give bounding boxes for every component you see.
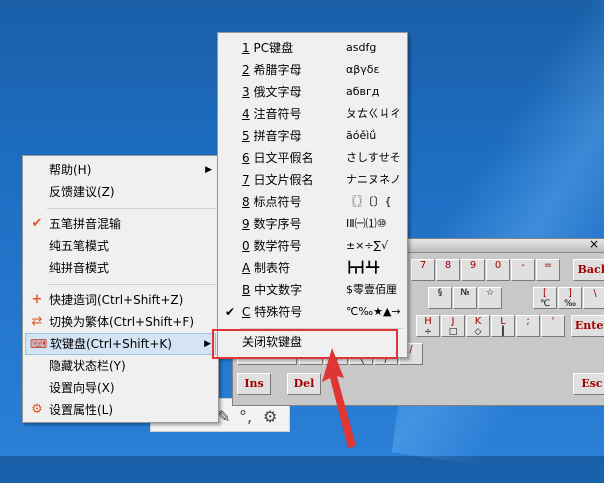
- soft-key[interactable]: ;: [516, 315, 540, 337]
- charset-sample: ℃‰★▲→: [346, 305, 401, 318]
- soft-key[interactable]: 0: [486, 259, 510, 281]
- menu-separator: [47, 284, 216, 285]
- menu-item-wubi-pinyin-mixed[interactable]: ✔ 五笔拼音混输: [25, 213, 216, 235]
- submenu-item[interactable]: 5 拼音字母 āóěìǘ: [220, 125, 405, 147]
- punctuation-icon[interactable]: °,: [239, 407, 252, 426]
- soft-key[interactable]: Esc: [573, 373, 604, 395]
- soft-key[interactable]: ': [541, 315, 565, 337]
- soft-key[interactable]: §: [428, 287, 452, 309]
- soft-key[interactable]: Enter: [571, 315, 604, 337]
- soft-key[interactable]: 9: [461, 259, 485, 281]
- menu-item-properties[interactable]: ⚙ 设置属性(L): [25, 399, 216, 421]
- menu-item-quick-word[interactable]: + 快捷造词(Ctrl+Shift+Z): [25, 289, 216, 311]
- charset-sample: āóěìǘ: [346, 129, 377, 142]
- soft-key[interactable]: Del: [287, 373, 321, 395]
- soft-key[interactable]: 8: [436, 259, 460, 281]
- charset-sample: 〖〗〔〕{: [346, 195, 392, 208]
- context-menu: 帮助(H) ▶ 反馈建议(Z) ✔ 五笔拼音混输 纯五笔模式 纯拼音模式 + 快…: [22, 155, 219, 423]
- charset-sample: ⅠⅡ㈠⑴⑩: [346, 217, 387, 230]
- soft-keyboard-submenu: 1 PC键盘 asdfg 2 希腊字母 αβγδε 3 俄文字母 абвгд 4 注音符号ㄆ…: [217, 32, 408, 358]
- soft-key[interactable]: -: [511, 259, 535, 281]
- charset-sample: αβγδε: [346, 63, 380, 76]
- pen-icon[interactable]: ✎: [217, 407, 230, 426]
- settings-gear-icon[interactable]: ⚙: [263, 407, 277, 426]
- menu-item-setup-wizard[interactable]: 设置向导(X): [25, 377, 216, 399]
- menu-item-soft-keyboard[interactable]: ⌨ 软键盘(Ctrl+Shift+K) ▶: [25, 333, 216, 355]
- soft-key[interactable]: ☆: [478, 287, 502, 309]
- charset-sample: さしすせそ: [346, 151, 401, 164]
- submenu-item[interactable]: 4 注音符号 ㄆㄊㄍㄐㄔ: [220, 103, 405, 125]
- menu-item-hide-statusbar[interactable]: 隐藏状态栏(Y): [25, 355, 216, 377]
- gear-icon: ⚙: [31, 402, 43, 417]
- soft-key[interactable]: J □: [441, 315, 465, 337]
- soft-key[interactable]: L ┃: [491, 315, 515, 337]
- soft-key[interactable]: 7: [411, 259, 435, 281]
- traditional-switch-icon: ⇄: [31, 314, 43, 329]
- submenu-item[interactable]: B 中文数字 $零壹佰厘: [220, 279, 405, 301]
- submenu-item[interactable]: ✔ C 特殊符号 ℃‰★▲→: [220, 301, 405, 323]
- charset-sample: ㄆㄊㄍㄐㄔ: [346, 107, 401, 120]
- submenu-item[interactable]: 1 PC键盘 asdfg: [220, 37, 405, 59]
- submenu-item[interactable]: 3 俄文字母 абвгд: [220, 81, 405, 103]
- soft-key[interactable]: K ◇: [466, 315, 490, 337]
- submenu-item[interactable]: 6 日文平假名 さしすせそ: [220, 147, 405, 169]
- charset-sample: абвгд: [346, 85, 380, 98]
- highlight-annotation-box: [212, 329, 398, 359]
- submenu-item[interactable]: 7 日文片假名 ナニヌネノ: [220, 169, 405, 191]
- soft-key[interactable]: H ÷: [416, 315, 440, 337]
- check-icon: ✔: [31, 216, 43, 231]
- soft-key[interactable]: =: [536, 259, 560, 281]
- keyboard-icon: ⌨: [30, 337, 48, 351]
- charset-sample: asdfg: [346, 41, 377, 54]
- submenu-item[interactable]: 9 数字序号 ⅠⅡ㈠⑴⑩: [220, 213, 405, 235]
- charset-sample: ±×÷∑√: [346, 239, 389, 252]
- close-icon[interactable]: ×: [587, 237, 601, 251]
- soft-key[interactable]: [℃: [533, 287, 557, 309]
- plus-icon: +: [31, 292, 43, 307]
- charset-sample: ナニヌネノ: [346, 173, 401, 186]
- soft-key[interactable]: Ins: [237, 373, 271, 395]
- red-arrow-icon: [322, 348, 356, 448]
- submenu-item[interactable]: 8 标点符号 〖〗〔〕{: [220, 191, 405, 213]
- submenu-arrow-icon: ▶: [204, 339, 211, 349]
- charset-sample: $零壹佰厘: [346, 283, 397, 296]
- soft-key[interactable]: №: [453, 287, 477, 309]
- submenu-item[interactable]: 2 希腊字母 αβγδε: [220, 59, 405, 81]
- soft-key[interactable]: ] ‰: [558, 287, 582, 309]
- menu-item-help[interactable]: 帮助(H) ▶: [25, 159, 216, 181]
- submenu-item[interactable]: 0 数学符号 ±×÷∑√: [220, 235, 405, 257]
- menu-item-feedback[interactable]: 反馈建议(Z): [25, 181, 216, 203]
- charset-sample: ┣┳┫┻╋: [346, 261, 380, 274]
- menu-item-pure-pinyin[interactable]: 纯拼音模式: [25, 257, 216, 279]
- soft-key[interactable]: \: [583, 287, 604, 309]
- soft-key[interactable]: Back: [573, 259, 604, 281]
- menu-item-traditional[interactable]: ⇄ 切换为繁体(Ctrl+Shift+F): [25, 311, 216, 333]
- menu-item-pure-wubi[interactable]: 纯五笔模式: [25, 235, 216, 257]
- menu-separator: [47, 208, 216, 209]
- submenu-item[interactable]: A 制表符 ┣┳┫┻╋: [220, 257, 405, 279]
- check-icon: ✔: [225, 305, 236, 319]
- submenu-arrow-icon: ▶: [205, 165, 212, 175]
